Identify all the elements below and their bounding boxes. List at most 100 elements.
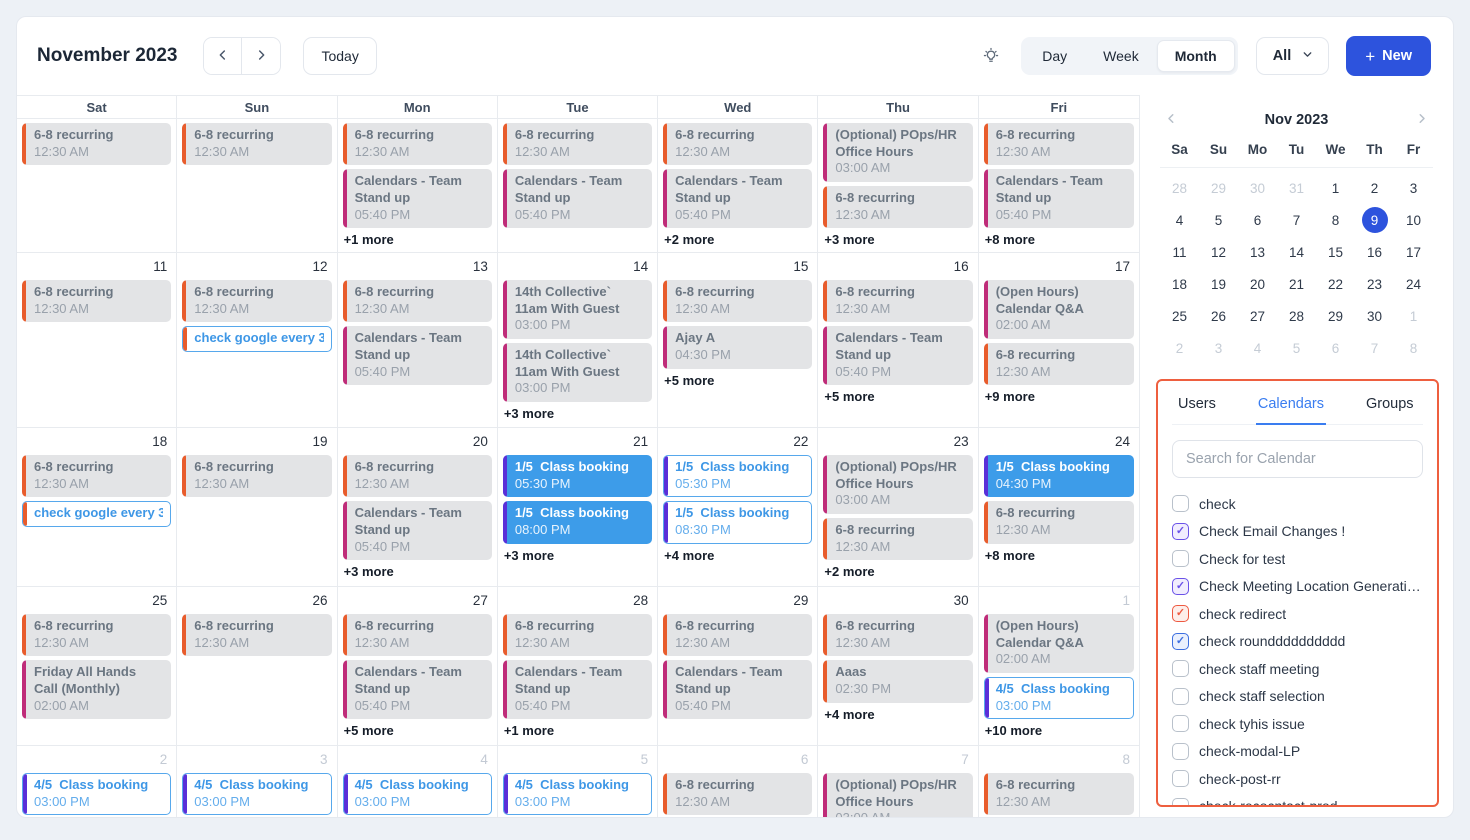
mini-day[interactable]: 15 <box>1316 236 1355 268</box>
day-cell[interactable]: 17(Open Hours) Calendar Q&A02:00 AM6-8 r… <box>979 253 1139 427</box>
checkbox-icon[interactable] <box>1172 770 1189 787</box>
day-cell[interactable]: 296-8 recurring12:30 AMCalendars - Team … <box>658 587 818 745</box>
calendar-filter-item[interactable]: check-recocntact-prod <box>1172 793 1423 808</box>
mini-day[interactable]: 4 <box>1238 332 1277 364</box>
mini-day[interactable]: 21 <box>1277 268 1316 300</box>
more-events-link[interactable]: +8 more <box>985 232 1133 247</box>
checkbox-icon[interactable] <box>1172 743 1189 760</box>
event[interactable]: 4/5 Class booking03:00 PM <box>22 773 171 815</box>
mini-day[interactable]: 6 <box>1238 204 1277 236</box>
event[interactable]: (Open Hours) Calendar Q&A02:00 AM <box>984 280 1134 339</box>
day-cell[interactable]: 116-8 recurring12:30 AM <box>17 253 177 427</box>
day-cell[interactable]: 6-8 recurring12:30 AMCalendars - Team St… <box>658 119 818 252</box>
event[interactable]: (Open Hours) Calendar Q&A02:00 AM <box>984 614 1134 673</box>
mini-day[interactable]: 11 <box>1160 236 1199 268</box>
day-cell[interactable]: 34/5 Class booking03:00 PM <box>177 746 337 817</box>
checkbox-icon[interactable] <box>1172 715 1189 732</box>
day-cell[interactable]: 23(Optional) POps/HR Office Hours03:00 A… <box>818 428 978 586</box>
day-cell[interactable]: 6-8 recurring12:30 AMCalendars - Team St… <box>979 119 1139 252</box>
event[interactable]: Calendars - Team Stand up05:40 PM <box>823 326 972 385</box>
event[interactable]: check google every 3... <box>182 326 331 352</box>
event[interactable]: (Optional) POps/HR Office Hours03:00 AM <box>823 123 972 182</box>
event[interactable]: 6-8 recurring12:30 AM <box>22 614 171 656</box>
new-event-button[interactable]: + New <box>1346 36 1431 76</box>
event[interactable]: 6-8 recurring12:30 AM <box>984 773 1134 815</box>
event[interactable]: 6-8 recurring12:30 AM <box>663 123 812 165</box>
day-cell[interactable]: 306-8 recurring12:30 AMAaas02:30 PM+4 mo… <box>818 587 978 745</box>
mini-day[interactable]: 13 <box>1238 236 1277 268</box>
event[interactable]: Calendars - Team Stand up05:40 PM <box>343 169 492 228</box>
mini-prev-button[interactable] <box>1162 109 1181 131</box>
event[interactable]: 14th Collective` 11am With Guest03:00 PM <box>503 280 652 339</box>
event[interactable]: 6-8 recurring12:30 AM <box>182 614 331 656</box>
more-events-link[interactable]: +5 more <box>344 723 491 738</box>
day-cell[interactable]: 266-8 recurring12:30 AM <box>177 587 337 745</box>
mini-day-selected[interactable]: 9 <box>1355 204 1394 236</box>
day-cell[interactable]: 86-8 recurring12:30 AM <box>979 746 1139 817</box>
more-events-link[interactable]: +3 more <box>504 548 651 563</box>
event[interactable]: 6-8 recurring12:30 AM <box>343 280 492 322</box>
day-cell[interactable]: 166-8 recurring12:30 AMCalendars - Team … <box>818 253 978 427</box>
mini-day[interactable]: 28 <box>1160 172 1199 204</box>
checkbox-icon[interactable] <box>1172 798 1189 807</box>
calendar-filter-item[interactable]: ✓Check Email Changes ! <box>1172 518 1423 546</box>
event[interactable]: 6-8 recurring12:30 AM <box>984 343 1134 385</box>
event[interactable]: 6-8 recurring12:30 AM <box>823 186 972 228</box>
day-cell[interactable]: 241/5 Class booking04:30 PM6-8 recurring… <box>979 428 1139 586</box>
mini-day[interactable]: 3 <box>1199 332 1238 364</box>
event[interactable]: 4/5 Class booking03:00 PM <box>343 773 492 815</box>
event[interactable]: Calendars - Team Stand up05:40 PM <box>343 326 492 385</box>
checkbox-icon[interactable]: ✓ <box>1172 578 1189 595</box>
day-cell[interactable]: 136-8 recurring12:30 AMCalendars - Team … <box>338 253 498 427</box>
tab-users[interactable]: Users <box>1176 393 1218 425</box>
event[interactable]: 6-8 recurring12:30 AM <box>343 123 492 165</box>
event[interactable]: Aaas02:30 PM <box>823 660 972 702</box>
event[interactable]: Friday All Hands Call (Monthly)02:00 AM <box>22 660 171 719</box>
checkbox-icon[interactable]: ✓ <box>1172 523 1189 540</box>
mini-next-button[interactable] <box>1412 109 1431 131</box>
event[interactable]: Calendars - Team Stand up05:40 PM <box>663 660 812 719</box>
calendar-filter-item[interactable]: Check for test <box>1172 545 1423 573</box>
day-cell[interactable]: 276-8 recurring12:30 AMCalendars - Team … <box>338 587 498 745</box>
more-events-link[interactable]: +3 more <box>344 564 491 579</box>
checkbox-icon[interactable]: ✓ <box>1172 633 1189 650</box>
mini-day[interactable]: 28 <box>1277 300 1316 332</box>
event[interactable]: 6-8 recurring12:30 AM <box>182 280 331 322</box>
search-input[interactable] <box>1172 440 1423 478</box>
more-events-link[interactable]: +2 more <box>824 564 971 579</box>
day-cell[interactable]: 156-8 recurring12:30 AMAjay A04:30 PM+5 … <box>658 253 818 427</box>
mini-day[interactable]: 19 <box>1199 268 1238 300</box>
day-cell[interactable]: 1414th Collective` 11am With Guest03:00 … <box>498 253 658 427</box>
day-cell[interactable]: (Optional) POps/HR Office Hours03:00 AM6… <box>818 119 978 252</box>
calendar-filter-item[interactable]: check staff selection <box>1172 683 1423 711</box>
day-cell[interactable]: 286-8 recurring12:30 AMCalendars - Team … <box>498 587 658 745</box>
day-cell[interactable]: 44/5 Class booking03:00 PM <box>338 746 498 817</box>
checkbox-icon[interactable] <box>1172 550 1189 567</box>
mini-day[interactable]: 6 <box>1316 332 1355 364</box>
mini-day[interactable]: 27 <box>1238 300 1277 332</box>
day-cell[interactable]: 24/5 Class booking03:00 PM <box>17 746 177 817</box>
mini-day[interactable]: 14 <box>1277 236 1316 268</box>
calendar-filter-item[interactable]: check-modal-LP <box>1172 738 1423 766</box>
mini-day[interactable]: 5 <box>1277 332 1316 364</box>
today-button[interactable]: Today <box>303 37 376 75</box>
calendar-filter-item[interactable]: ✓Check Meeting Location Generation ... <box>1172 573 1423 601</box>
day-cell[interactable]: 54/5 Class booking03:00 PM <box>498 746 658 817</box>
event[interactable]: 6-8 recurring12:30 AM <box>22 455 171 497</box>
event[interactable]: 6-8 recurring12:30 AM <box>984 123 1134 165</box>
event[interactable]: 6-8 recurring12:30 AM <box>182 455 331 497</box>
day-cell[interactable]: 6-8 recurring12:30 AM <box>17 119 177 252</box>
day-cell[interactable]: 6-8 recurring12:30 AMCalendars - Team St… <box>338 119 498 252</box>
view-tab-week[interactable]: Week <box>1085 40 1157 72</box>
view-tab-month[interactable]: Month <box>1157 40 1235 72</box>
day-cell[interactable]: 7(Optional) POps/HR Office Hours03:00 AM <box>818 746 978 817</box>
mini-day[interactable]: 10 <box>1394 204 1433 236</box>
calendar-filter-item[interactable]: check staff meeting <box>1172 655 1423 683</box>
tab-groups[interactable]: Groups <box>1364 393 1416 425</box>
event[interactable]: 6-8 recurring12:30 AM <box>343 614 492 656</box>
mini-day[interactable]: 8 <box>1316 204 1355 236</box>
event[interactable]: 6-8 recurring12:30 AM <box>823 518 972 560</box>
more-events-link[interactable]: +3 more <box>504 406 651 421</box>
day-cell[interactable]: 1(Open Hours) Calendar Q&A02:00 AM4/5 Cl… <box>979 587 1139 745</box>
mini-day[interactable]: 16 <box>1355 236 1394 268</box>
